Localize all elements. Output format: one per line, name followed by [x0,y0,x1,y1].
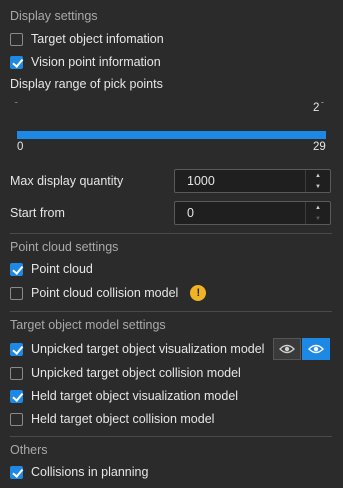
eye-toggle-button-on[interactable] [302,338,330,360]
warning-icon[interactable]: ! [190,285,207,301]
held-visualization-checkbox[interactable]: Held target object visualization model [10,387,238,405]
chevron-up-icon[interactable]: ▲ [306,170,330,181]
checkbox-label: Unpicked target object visualization mod… [31,342,265,356]
range-slider-handle-max[interactable] [320,103,332,119]
point-cloud-checkbox[interactable]: Point cloud [10,260,93,278]
eye-icon [308,344,324,354]
checkbox-box[interactable] [10,389,23,403]
section-title-display-settings: Display settings [10,9,98,23]
checkbox-box[interactable] [10,55,23,69]
section-title-target-model: Target object model settings [10,318,166,332]
section-title-point-cloud: Point cloud settings [10,240,119,254]
checkbox-label: Held target object collision model [31,412,215,426]
chevron-down-icon[interactable]: ▼ [306,213,330,224]
checkbox-label: Unpicked target object collision model [31,366,241,380]
range-slider-track[interactable] [17,131,326,139]
divider [10,311,332,312]
divider [10,436,332,437]
held-collision-checkbox[interactable]: Held target object collision model [10,410,214,428]
checkbox-label: Point cloud collision model [31,286,179,300]
range-slider-handle-min[interactable] [11,103,23,119]
checkbox-label: Held target object visualization model [31,389,239,403]
checkbox-box[interactable] [10,465,23,479]
checkbox-label: Point cloud [31,262,93,276]
checkbox-box[interactable] [10,262,23,276]
spinbox-value[interactable]: 1000 [175,174,305,188]
chevron-up-icon[interactable]: ▲ [306,202,330,213]
vision-point-info-checkbox[interactable]: Vision point information [10,53,161,71]
start-from-spinbox[interactable]: 0 ▲ ▼ [174,201,331,225]
chevron-down-icon[interactable]: ▼ [306,181,330,192]
max-display-quantity-spinbox[interactable]: 1000 ▲ ▼ [174,169,331,193]
range-title: Display range of pick points [10,77,163,91]
range-max-value: 29 [313,141,326,153]
checkbox-box[interactable] [10,412,23,426]
checkbox-label: Vision point information [31,55,161,69]
unpicked-collision-checkbox[interactable]: Unpicked target object collision model [10,364,241,382]
target-object-info-checkbox[interactable]: Target object infomation [10,30,164,48]
point-cloud-collision-checkbox[interactable]: Point cloud collision model ! [10,284,207,302]
max-display-quantity-label: Max display quantity [10,174,124,188]
eye-toggle-button-off[interactable] [273,338,301,360]
eye-icon [279,344,295,354]
spinbox-buttons: ▲ ▼ [305,170,330,192]
spinbox-value[interactable]: 0 [175,206,305,220]
section-title-others: Others [10,443,48,457]
checkbox-label: Collisions in planning [31,465,149,479]
checkbox-box[interactable] [10,286,23,300]
spinbox-buttons: ▲ ▼ [305,202,330,224]
range-min-value: 0 [17,141,24,153]
collisions-in-planning-checkbox[interactable]: Collisions in planning [10,463,148,481]
divider [10,233,332,234]
start-from-label: Start from [10,206,65,220]
checkbox-box[interactable] [10,32,23,46]
checkbox-label: Target object infomation [31,32,164,46]
checkbox-box[interactable] [10,366,23,380]
checkbox-box[interactable] [10,342,23,356]
unpicked-visualization-checkbox[interactable]: Unpicked target object visualization mod… [10,340,264,358]
